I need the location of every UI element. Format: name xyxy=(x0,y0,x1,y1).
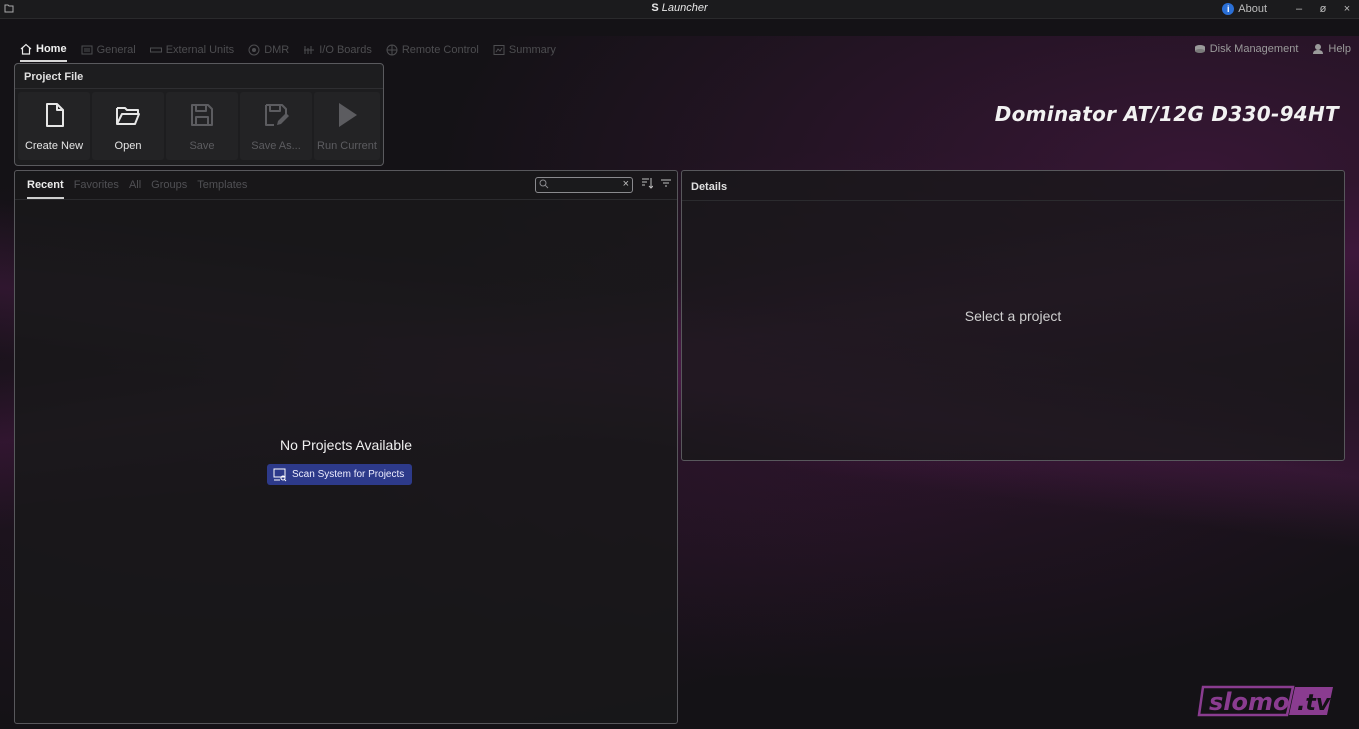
search-input[interactable]: × xyxy=(535,177,633,193)
tab-all[interactable]: All xyxy=(129,179,141,199)
project-file-group: Project File Create New Open Save Save A… xyxy=(14,63,384,166)
disk-management-label: Disk Management xyxy=(1209,43,1299,55)
tab-recent[interactable]: Recent xyxy=(27,179,64,199)
tab-summary-label: Summary xyxy=(508,44,556,56)
restore-button[interactable]: ø xyxy=(1311,3,1335,15)
save-as-button[interactable]: Save As... xyxy=(240,92,312,160)
details-header: Details xyxy=(691,181,728,193)
tab-groups[interactable]: Groups xyxy=(151,179,187,199)
tab-summary[interactable]: Summary xyxy=(493,39,556,61)
projects-panel: Recent Favorites All Groups Templates × … xyxy=(14,170,678,724)
tab-io-boards[interactable]: I/O Boards xyxy=(303,39,372,61)
title-bar: S Launcher i About – ø × xyxy=(0,0,1359,19)
help-icon xyxy=(1313,44,1324,54)
divider xyxy=(15,88,383,89)
close-button[interactable]: × xyxy=(1335,3,1359,15)
open-button[interactable]: Open xyxy=(92,92,164,160)
empty-message: No Projects Available xyxy=(279,437,413,453)
create-new-button[interactable]: Create New xyxy=(18,92,90,160)
about-label: About xyxy=(1238,3,1267,15)
disk-management-button[interactable]: Disk Management xyxy=(1194,43,1299,55)
remote-control-icon xyxy=(386,44,398,56)
tab-dmr-label: DMR xyxy=(264,44,290,56)
tab-external-units-label: External Units xyxy=(165,44,235,56)
divider xyxy=(682,200,1344,201)
tab-home-label: Home xyxy=(36,43,67,55)
tab-templates[interactable]: Templates xyxy=(197,179,247,199)
scan-system-button[interactable]: Scan System for Projects xyxy=(267,464,413,485)
help-label: Help xyxy=(1328,43,1351,55)
open-label: Open xyxy=(114,140,142,152)
project-file-header: Project File xyxy=(24,71,84,83)
divider xyxy=(15,199,677,200)
tab-external-units[interactable]: External Units xyxy=(149,39,235,61)
tab-remote-control[interactable]: Remote Control xyxy=(386,39,479,61)
filter-icon[interactable] xyxy=(660,176,672,190)
tab-general[interactable]: General xyxy=(81,39,136,61)
slomo-tv-logo: slomo .tv xyxy=(1197,685,1333,717)
about-button[interactable]: i About xyxy=(1222,3,1267,15)
disk-icon xyxy=(1194,45,1205,53)
tab-dmr[interactable]: DMR xyxy=(248,39,289,61)
details-placeholder: Select a project xyxy=(964,308,1062,324)
save-button[interactable]: Save xyxy=(166,92,238,160)
help-button[interactable]: Help xyxy=(1312,43,1351,55)
info-icon: i xyxy=(1222,3,1235,15)
minimize-button[interactable]: – xyxy=(1287,3,1311,15)
dmr-icon xyxy=(248,44,260,56)
window-title-text: Launcher xyxy=(661,2,708,14)
nav-right: Disk Management Help xyxy=(1194,38,1351,60)
scan-icon xyxy=(273,468,287,481)
clear-search-icon[interactable]: × xyxy=(623,178,629,190)
launcher-logo-icon: S xyxy=(651,2,659,14)
folder-open-icon xyxy=(116,107,140,125)
device-name: Dominator AT/12G D330-94HT xyxy=(994,102,1339,126)
window-title: S Launcher xyxy=(0,2,1359,14)
io-boards-icon xyxy=(304,46,315,54)
save-as-label: Save As... xyxy=(251,140,301,152)
search-icon xyxy=(539,179,549,189)
sort-icon[interactable] xyxy=(641,176,653,190)
scan-system-label: Scan System for Projects xyxy=(292,469,405,480)
save-as-icon xyxy=(265,104,289,126)
details-panel: Details Select a project xyxy=(681,170,1345,461)
tab-home[interactable]: Home xyxy=(20,38,67,62)
svg-text:slomo: slomo xyxy=(1209,688,1290,716)
tab-favorites[interactable]: Favorites xyxy=(74,179,119,199)
tab-general-label: General xyxy=(96,44,136,56)
external-units-icon xyxy=(149,47,162,53)
play-icon xyxy=(339,103,357,127)
create-new-label: Create New xyxy=(24,140,84,152)
summary-icon xyxy=(493,45,505,55)
save-icon xyxy=(191,104,213,126)
tab-io-boards-label: I/O Boards xyxy=(319,44,372,56)
tab-remote-control-label: Remote Control xyxy=(401,44,479,56)
projects-tabs: Recent Favorites All Groups Templates xyxy=(27,179,247,199)
run-current-button[interactable]: Run Current xyxy=(314,92,380,160)
save-label: Save xyxy=(189,140,215,152)
main-nav: Home General External Units DMR I/O Boar… xyxy=(20,38,556,62)
new-file-icon xyxy=(46,103,64,127)
general-icon xyxy=(81,45,93,55)
run-current-label: Run Current xyxy=(317,140,377,152)
svg-text:.tv: .tv xyxy=(1297,691,1331,716)
app-icon xyxy=(4,4,14,13)
home-icon xyxy=(20,43,32,55)
